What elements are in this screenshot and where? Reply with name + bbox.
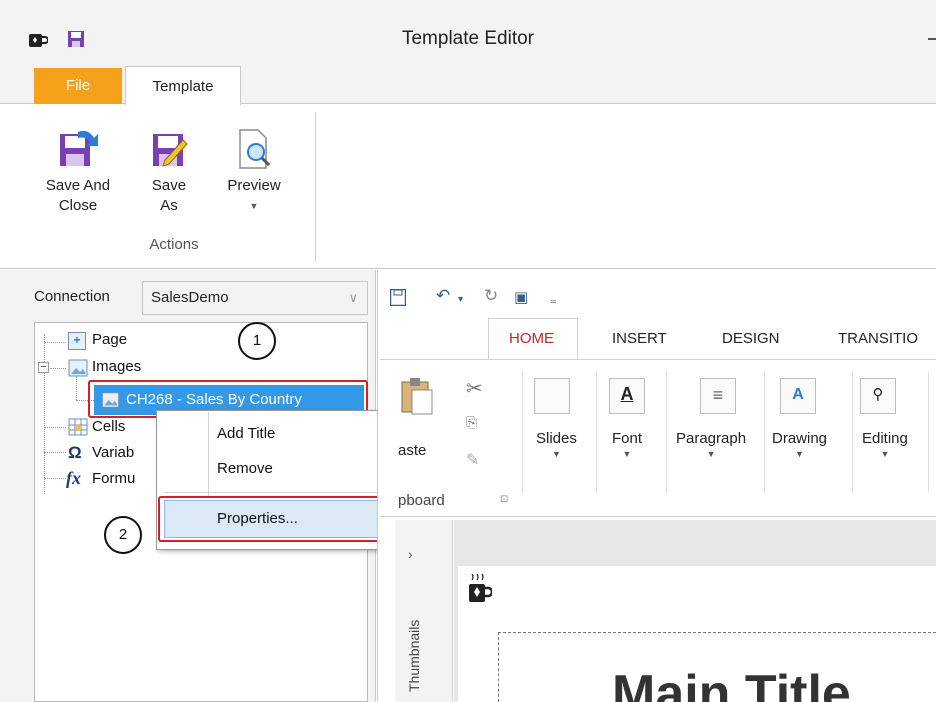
save-as-icon (153, 134, 188, 167)
ribbon-group-separator (315, 112, 316, 262)
preview-button[interactable]: Preview ▼ (218, 126, 290, 216)
tree-line (44, 452, 66, 453)
minimize-icon[interactable] (928, 38, 936, 40)
tree-line (50, 368, 66, 369)
paragraph-label: Paragraph (676, 430, 747, 447)
tab-file[interactable]: File (34, 68, 122, 104)
pp-tab-insert[interactable]: INSERT (612, 330, 667, 347)
connection-value: SalesDemo (151, 289, 229, 306)
paste-clipboard-icon[interactable] (400, 376, 434, 434)
pp-group-separator (666, 372, 667, 492)
drawing-dropdown-icon: ▼ (795, 449, 804, 459)
save-as-button[interactable]: Save As (144, 126, 194, 216)
preview-magnifier-icon (239, 129, 271, 169)
drawing-label: Drawing (772, 430, 828, 447)
clipboard-launcher-icon[interactable]: ⊡ (500, 494, 508, 505)
pp-group-separator (522, 372, 523, 492)
save-and-close-label-1: Save And (45, 177, 111, 194)
thumbnails-pane (395, 520, 453, 702)
paragraph-dropdown-icon: ▼ (706, 449, 716, 459)
pp-group-separator (852, 372, 853, 492)
tree-line (44, 342, 66, 343)
save-as-label-1: Save (151, 177, 187, 194)
tree-line (44, 427, 66, 428)
slide-coffee-logo-icon (469, 573, 492, 602)
pp-group-separator (764, 372, 765, 492)
font-color-icon: A (609, 378, 645, 414)
format-painter-icon[interactable]: ✎ (466, 450, 479, 470)
tree-item-cells[interactable]: Cells (92, 418, 125, 435)
undo-dropdown-icon[interactable]: ▾ (458, 294, 463, 305)
expand-thumbnails-icon[interactable]: › (408, 546, 413, 562)
drawing-button[interactable]: Drawing ▼ (772, 430, 827, 459)
tab-template[interactable]: Template (125, 66, 241, 105)
pp-ribbon-top-line (380, 359, 936, 360)
window-title: Template Editor (401, 28, 534, 49)
tree-line (44, 478, 66, 479)
slideshow-icon[interactable]: ▣ (514, 288, 528, 306)
pp-tab-transitions[interactable]: TRANSITIO (838, 330, 918, 347)
tree-item-formulas[interactable]: Formu (92, 470, 135, 487)
slides-icon (534, 378, 570, 414)
save-and-close-button[interactable]: Save And Close (40, 126, 116, 216)
slide-title[interactable]: Main Title (612, 664, 851, 702)
pp-ribbon-bottom-line (380, 516, 936, 517)
callout-1: 1 (238, 322, 276, 360)
menu-item-add-title[interactable]: Add Title (217, 425, 275, 442)
paragraph-button[interactable]: Paragraph ▼ (676, 430, 746, 459)
save-and-close-label-2: Close (58, 197, 98, 214)
pp-group-separator (928, 372, 929, 492)
preview-dropdown-icon[interactable]: ▼ (218, 196, 290, 216)
actions-group-label: Actions (149, 236, 199, 253)
slides-button[interactable]: Slides ▼ (536, 430, 577, 459)
paragraph-icon: ≡ (700, 378, 736, 414)
properties-highlight (158, 496, 414, 542)
chevron-down-icon: ∨ (348, 290, 358, 305)
drawing-shapes-icon: A (780, 378, 816, 414)
omega-icon: Ω (68, 443, 82, 462)
editing-binoculars-icon: ⚲ (860, 378, 896, 414)
pp-group-separator (596, 372, 597, 492)
cells-grid-icon (68, 418, 88, 436)
menu-item-remove[interactable]: Remove (217, 460, 273, 477)
connection-label: Connection (34, 288, 110, 305)
editing-label: Editing (862, 430, 908, 447)
collapse-images-icon[interactable]: − (38, 362, 49, 373)
font-dropdown-icon: ▼ (622, 449, 632, 459)
font-label: Font (612, 430, 643, 447)
editing-button[interactable]: Editing ▼ (862, 430, 908, 459)
preview-label: Preview (227, 177, 281, 194)
undo-icon[interactable]: ↶ (436, 286, 450, 306)
paste-label: aste (398, 442, 427, 459)
context-menu-gutter (208, 412, 209, 498)
cut-scissors-icon[interactable]: ✂ (466, 376, 483, 401)
editing-dropdown-icon: ▼ (880, 449, 890, 459)
connection-select[interactable]: SalesDemo ∨ (142, 281, 368, 315)
pp-tab-design[interactable]: DESIGN (722, 330, 780, 347)
save-and-close-icon (60, 130, 98, 166)
tree-item-page[interactable]: Page (92, 331, 127, 348)
font-button[interactable]: Font ▼ (612, 430, 642, 459)
tree-item-images[interactable]: Images (92, 358, 141, 375)
tree-line (44, 334, 45, 494)
tree-line (76, 376, 77, 400)
thumbnails-label: Thumbnails (406, 619, 422, 692)
pp-save-icon[interactable] (390, 289, 406, 306)
clipboard-group-label: pboard (398, 492, 445, 509)
tree-item-variables[interactable]: Variab (92, 444, 134, 461)
images-folder-icon (68, 359, 88, 377)
formula-fx-icon: fx (66, 468, 81, 488)
customize-qat-icon[interactable]: ₌ (550, 292, 557, 308)
redo-icon[interactable]: ↻ (484, 286, 498, 306)
copy-icon[interactable]: ⎘ (466, 414, 477, 431)
slides-dropdown-icon: ▼ (551, 449, 561, 459)
save-as-label-2: As (160, 197, 178, 214)
callout-2: 2 (104, 516, 142, 554)
context-menu-separator (164, 492, 408, 493)
page-icon: + (68, 332, 86, 350)
slides-label: Slides (536, 430, 577, 447)
pp-tab-home[interactable]: HOME (509, 330, 554, 347)
paste-button[interactable]: aste (398, 442, 426, 459)
